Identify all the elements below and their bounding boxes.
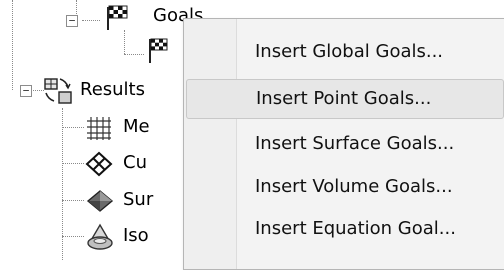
menu-item-label: Insert Surface Goals...	[255, 133, 455, 154]
menu-item-insert-global-goals[interactable]: Insert Global Goals...	[186, 33, 504, 73]
results-collapse-toggle[interactable]: −	[20, 85, 32, 97]
tree-line	[62, 127, 84, 128]
tree-line	[124, 54, 144, 55]
tree-line	[62, 236, 84, 237]
context-menu: Insert Global Goals... Insert Point Goal…	[183, 18, 504, 270]
menu-item-insert-point-goals[interactable]: Insert Point Goals...	[186, 79, 504, 119]
tree-line	[62, 108, 63, 260]
isosurface-icon	[84, 222, 116, 257]
tree-item-surface-label[interactable]: Sur	[123, 189, 153, 211]
checkered-flag-icon	[100, 3, 130, 36]
surface-plot-icon	[84, 187, 116, 220]
goals-collapse-toggle[interactable]: −	[66, 15, 78, 27]
tree-item-cut-label[interactable]: Cu	[123, 152, 147, 174]
cut-plot-icon	[84, 150, 114, 183]
results-plots-icon	[42, 75, 74, 112]
menu-item-insert-volume-goals[interactable]: Insert Volume Goals...	[186, 168, 504, 208]
checkered-flag-icon[interactable]	[145, 36, 171, 69]
menu-item-label: Insert Global Goals...	[255, 41, 444, 62]
tree-item-results-label[interactable]: Results	[80, 79, 145, 101]
tree-line	[82, 20, 100, 21]
menu-item-insert-surface-goals[interactable]: Insert Surface Goals...	[186, 125, 504, 165]
menu-item-label: Insert Volume Goals...	[255, 176, 453, 197]
tree-line	[62, 200, 84, 201]
tree-item-iso-label[interactable]: Iso	[123, 225, 149, 247]
tree-item-mesh-label[interactable]: Me	[123, 116, 150, 138]
menu-item-label: Insert Equation Goal...	[255, 218, 456, 239]
menu-item-label: Insert Point Goals...	[256, 88, 432, 109]
menu-item-insert-equation-goal[interactable]: Insert Equation Goal...	[186, 210, 504, 250]
mesh-grid-icon	[84, 115, 114, 146]
tree-line	[62, 163, 84, 164]
tree-line	[12, 0, 13, 90]
